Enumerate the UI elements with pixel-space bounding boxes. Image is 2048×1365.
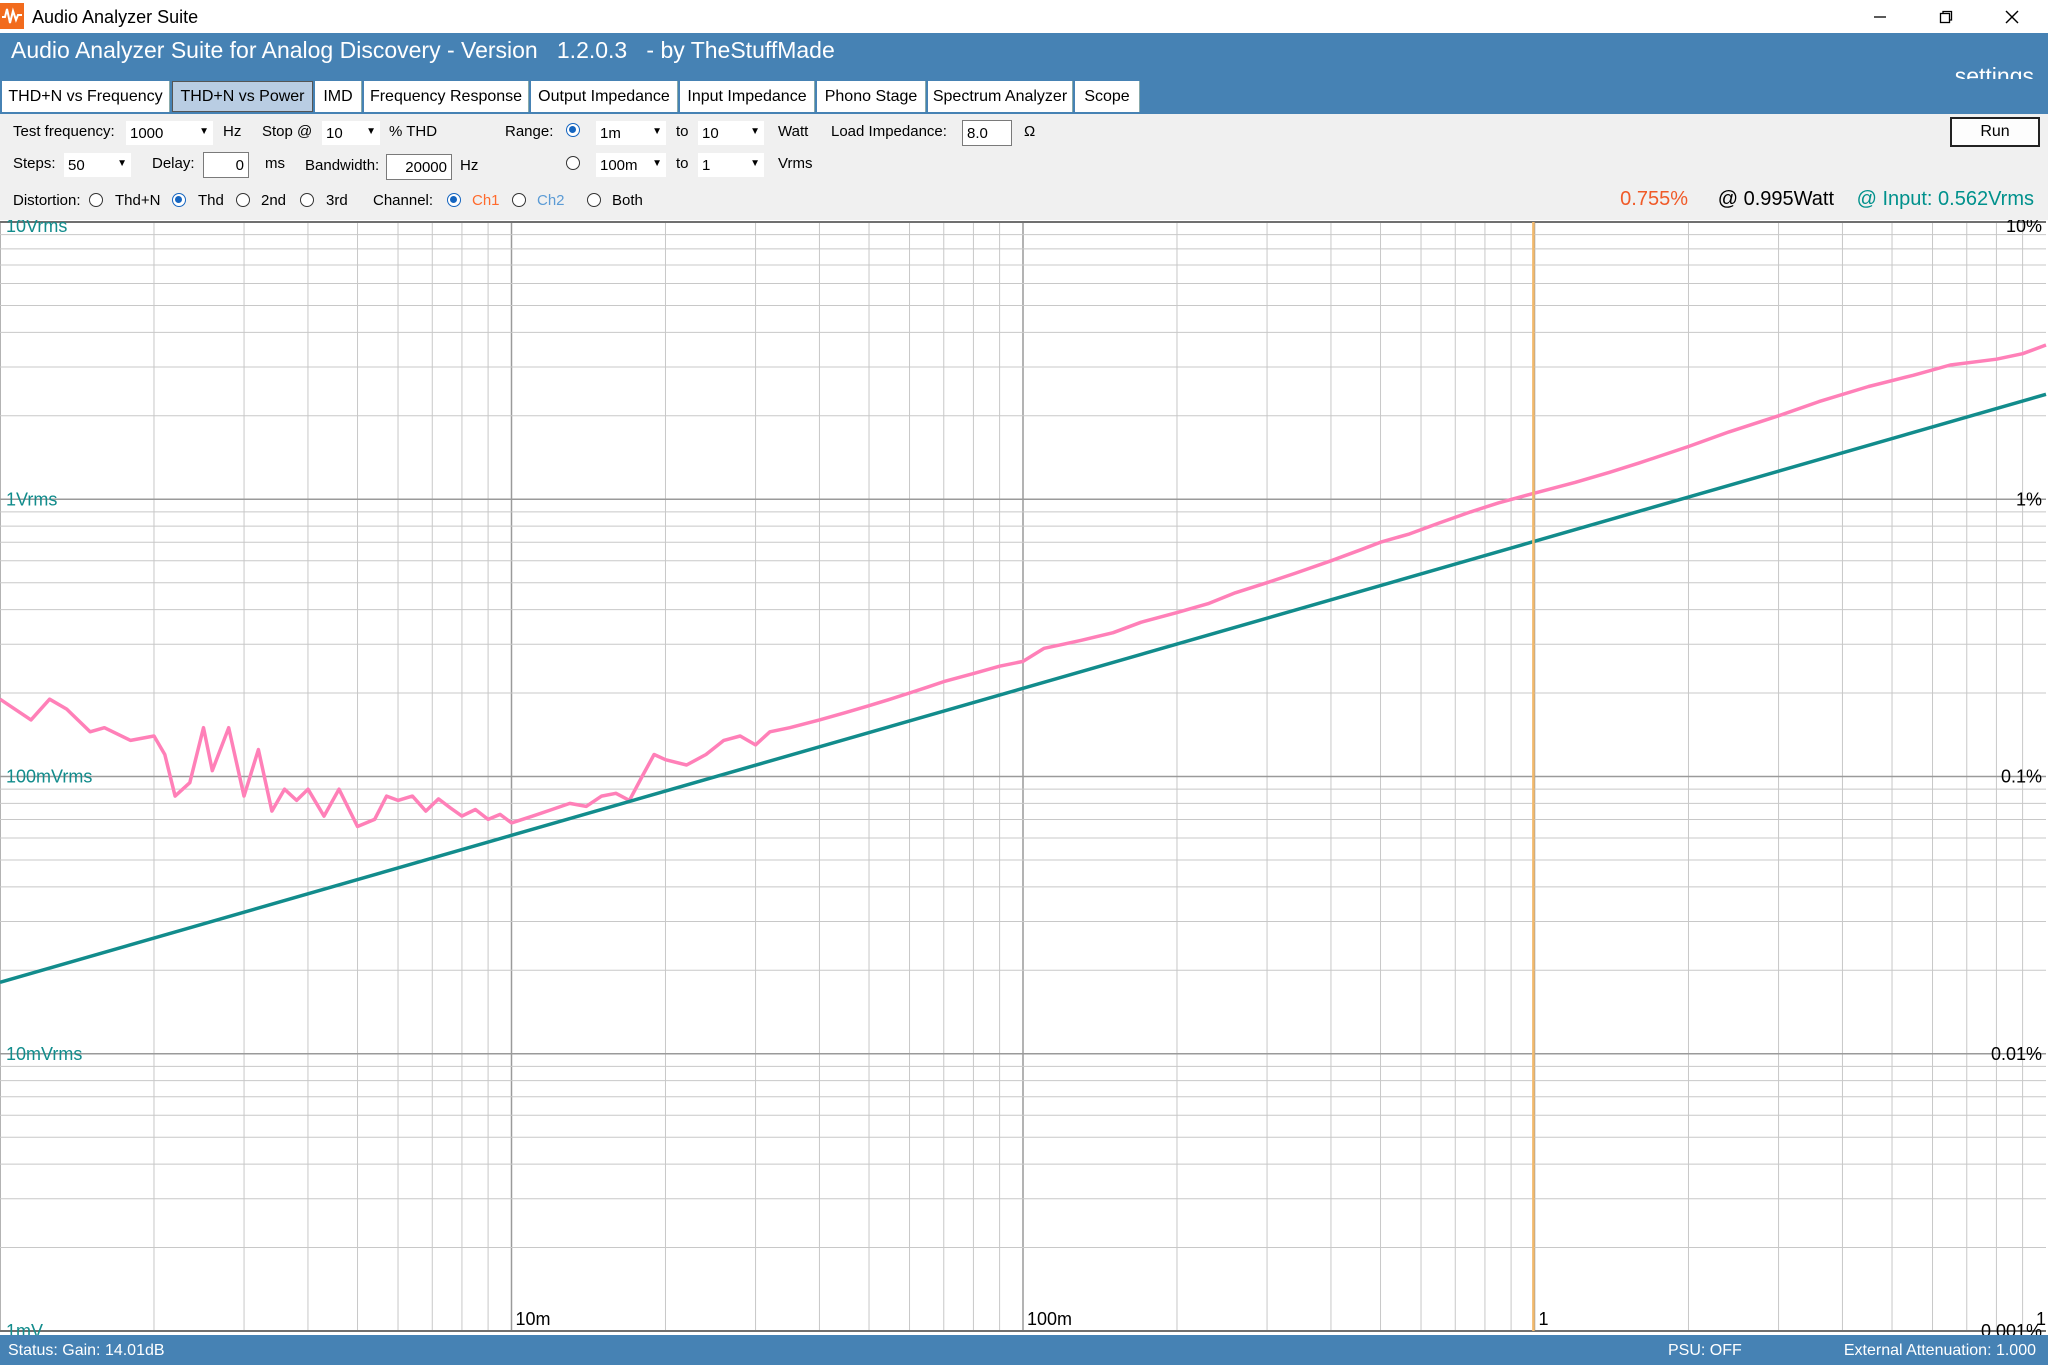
distortion-3rd-radio[interactable] xyxy=(300,193,314,207)
y-left-tick-label: 1mV xyxy=(6,1321,43,1335)
chevron-down-icon: ▼ xyxy=(366,126,376,137)
chevron-down-icon: ▼ xyxy=(652,126,662,137)
y-left-tick-label: 1Vrms xyxy=(6,489,57,509)
tab-output-impedance[interactable]: Output Impedance xyxy=(531,81,678,112)
status-bar: Status: Gain: 14.01dB PSU: OFF External … xyxy=(0,1335,2048,1365)
tab-frequency-response[interactable]: Frequency Response xyxy=(364,81,529,112)
distortion-2nd-label: 2nd xyxy=(261,192,287,209)
channel-both-label: Both xyxy=(612,192,643,209)
bandwidth-unit: Hz xyxy=(460,157,479,174)
minimize-icon[interactable] xyxy=(1848,0,1912,33)
channel-ch2-label: Ch2 xyxy=(537,192,565,209)
range-power-unit: Watt xyxy=(778,123,809,140)
tab-spectrum-analyzer[interactable]: Spectrum Analyzer xyxy=(928,81,1073,112)
range-to-label: to xyxy=(676,155,689,172)
y-left-tick-label: 10Vrms xyxy=(6,220,67,236)
channel-ch1-radio[interactable] xyxy=(447,193,461,207)
range-power-to-select[interactable]: 10 ▼ xyxy=(698,121,764,145)
bandwidth-label: Bandwidth: xyxy=(305,157,380,174)
x-tick-label: 100m xyxy=(1027,1309,1072,1329)
distortion-3rd-label: 3rd xyxy=(326,192,348,209)
tab-thd-vs-frequency[interactable]: THD+N vs Frequency xyxy=(2,81,170,112)
distortion-thd-radio[interactable] xyxy=(172,193,186,207)
distortion-thd-label: Thd xyxy=(198,192,224,209)
chevron-down-icon: ▼ xyxy=(750,126,760,137)
y-left-tick-label: 100mVrms xyxy=(6,767,92,787)
window-title: Audio Analyzer Suite xyxy=(32,7,199,27)
range-to-label: to xyxy=(676,123,689,140)
app-heading: Audio Analyzer Suite for Analog Discover… xyxy=(11,37,835,63)
distortion-label: Distortion: xyxy=(13,192,81,209)
y-right-tick-label: 1% xyxy=(2016,489,2042,509)
close-icon[interactable] xyxy=(1980,0,2044,33)
steps-select[interactable]: 50 ▼ xyxy=(64,153,131,177)
y-right-tick-label: 0.01% xyxy=(1991,1044,2042,1064)
y-right-tick-label: 10% xyxy=(2006,220,2042,236)
tab-phono-stage[interactable]: Phono Stage xyxy=(817,81,926,112)
tab-scope[interactable]: Scope xyxy=(1075,81,1140,112)
y-left-tick-label: 10mVrms xyxy=(6,1044,82,1064)
test-frequency-select[interactable]: 1000 ▼ xyxy=(126,121,213,145)
delay-unit: ms xyxy=(265,155,285,172)
channel-label: Channel: xyxy=(373,192,434,209)
range-voltage-to-select[interactable]: 1 ▼ xyxy=(698,153,764,177)
chevron-down-icon: ▼ xyxy=(652,158,662,169)
channel-ch2-radio[interactable] xyxy=(512,193,526,207)
tab-thd-vs-power[interactable]: THD+N vs Power xyxy=(172,81,313,112)
thd-vs-power-chart[interactable]: 10Vrms 1Vrms 100mVrms 10mVrms 1mV 10% 1% 0.1% 0.… xyxy=(0,216,2048,1341)
status-psu: PSU: OFF xyxy=(1668,1342,1742,1359)
distortion-thdn-label: Thd+N xyxy=(115,192,161,209)
load-impedance-label: Load Impedance: xyxy=(831,123,947,140)
status-gain: Status: Gain: 14.01dB xyxy=(8,1342,165,1359)
delay-label: Delay: xyxy=(152,155,195,172)
chart-canvas[interactable]: 10Vrms 1Vrms 100mVrms 10mVrms 1mV 10% 1% 0.1% 0.… xyxy=(0,216,2048,1341)
app-header: Audio Analyzer Suite for Analog Discover… xyxy=(0,33,2048,197)
chevron-down-icon: ▼ xyxy=(199,126,209,137)
bandwidth-input[interactable]: 20000 xyxy=(386,154,452,180)
run-button[interactable]: Run xyxy=(1950,117,2040,147)
range-label: Range: xyxy=(505,123,554,140)
chevron-down-icon: ▼ xyxy=(117,158,127,169)
app-waveform-icon xyxy=(0,3,24,29)
x-tick-label: 10m xyxy=(516,1309,551,1329)
measurement-controls: Test frequency: 1000 ▼ Hz Stop @ 10 ▼ % TH… xyxy=(0,114,2048,220)
status-attenuation: External Attenuation: 1.000 xyxy=(1843,1342,2036,1359)
chevron-down-icon: ▼ xyxy=(750,158,760,169)
range-power-radio[interactable] xyxy=(566,123,580,137)
y-right-tick-label: 0.001% xyxy=(1981,1321,2042,1335)
channel-ch1-label: Ch1 xyxy=(472,192,500,209)
x-tick-label: 1 xyxy=(2036,1309,2046,1329)
readout-input: @ Input: 0.562Vrms xyxy=(1856,188,2034,210)
load-impedance-input[interactable]: 8.0 xyxy=(962,120,1012,146)
stop-label: Stop @ xyxy=(262,123,313,140)
test-frequency-unit: Hz xyxy=(223,123,242,140)
distortion-thdn-radio[interactable] xyxy=(89,193,103,207)
stop-unit: % THD xyxy=(389,123,438,140)
steps-label: Steps: xyxy=(13,155,56,172)
load-impedance-unit: Ω xyxy=(1024,123,1036,140)
maximize-icon[interactable] xyxy=(1914,0,1978,33)
y-right-tick-label: 0.1% xyxy=(2001,767,2042,787)
readout-distortion: 0.755% xyxy=(1620,188,1688,210)
distortion-2nd-radio[interactable] xyxy=(236,193,250,207)
tab-input-impedance[interactable]: Input Impedance xyxy=(680,81,815,112)
delay-input[interactable]: 0 xyxy=(203,152,249,178)
channel-both-radio[interactable] xyxy=(587,193,601,207)
test-frequency-label: Test frequency: xyxy=(13,123,115,140)
window-titlebar: Audio Analyzer Suite xyxy=(0,0,2048,33)
tab-bar: THD+N vs Frequency THD+N vs Power IMD Fr… xyxy=(0,79,2048,114)
stop-thd-select[interactable]: 10 ▼ xyxy=(322,121,380,145)
range-voltage-radio[interactable] xyxy=(566,156,580,170)
range-voltage-unit: Vrms xyxy=(778,155,813,172)
range-power-from-select[interactable]: 1m ▼ xyxy=(596,121,666,145)
tab-imd[interactable]: IMD xyxy=(315,81,362,112)
chart-background xyxy=(0,220,2048,1335)
readout-power: @ 0.995Watt xyxy=(1717,188,1834,210)
range-voltage-from-select[interactable]: 100m ▼ xyxy=(596,153,666,177)
x-tick-label: 1 xyxy=(1539,1309,1549,1329)
